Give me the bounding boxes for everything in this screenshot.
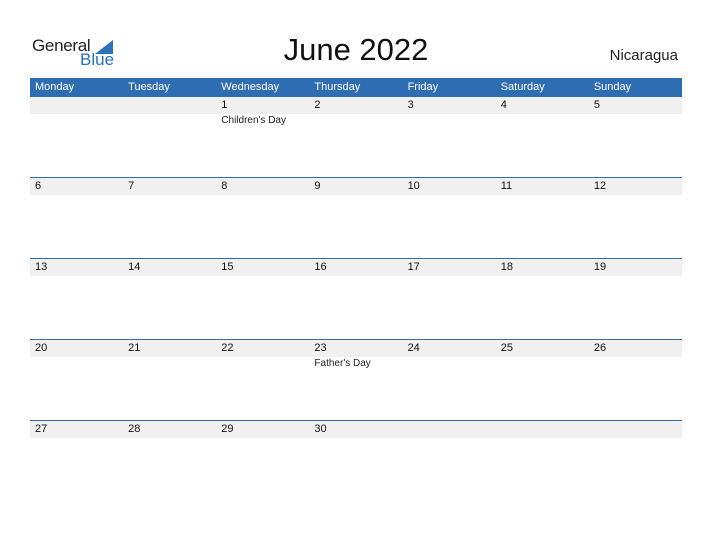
holiday-label xyxy=(496,114,589,127)
weekday-label: Tuesday xyxy=(128,81,170,93)
day-number: 18 xyxy=(500,261,513,273)
day-number: 15 xyxy=(221,261,234,273)
holiday-label xyxy=(589,114,682,127)
day-number: 1 xyxy=(221,99,228,111)
day-number: 7 xyxy=(128,180,135,192)
day-number xyxy=(496,421,589,438)
weekday-label: Friday xyxy=(407,81,439,93)
week-row: 20 21 22 23 24 25 26 Father's Day xyxy=(30,339,682,421)
day-number: 12 xyxy=(593,180,607,192)
day-number: 4 xyxy=(500,99,507,111)
weekday-label: Thursday xyxy=(314,81,361,93)
day-number: 13 xyxy=(35,261,48,273)
holiday-label xyxy=(216,357,309,370)
calendar-title: June 2022 xyxy=(283,32,429,67)
day-number: 23 xyxy=(314,342,327,354)
weekday-label: Saturday xyxy=(500,81,545,93)
holiday-label xyxy=(30,357,123,370)
week-row: 1 2 3 4 5 Children's Day xyxy=(30,97,682,178)
week-row: 6 7 8 9 10 11 12 xyxy=(30,177,682,259)
weekday-header: Monday Tuesday Wednesday Thursday Friday… xyxy=(30,78,682,97)
day-number: 19 xyxy=(593,261,607,273)
country-label: Nicaragua xyxy=(609,47,678,64)
week-row: 27 28 29 30 xyxy=(30,420,682,502)
date-row: 6 7 8 9 10 11 12 xyxy=(30,178,682,195)
week-row: 13 14 15 16 17 18 19 xyxy=(30,258,682,340)
day-number: 21 xyxy=(128,342,141,354)
day-number: 24 xyxy=(407,342,420,354)
holiday-label xyxy=(309,114,402,127)
day-number: 30 xyxy=(314,423,327,435)
day-number: 6 xyxy=(35,180,42,192)
day-number: 29 xyxy=(221,423,234,435)
weekday-label: Monday xyxy=(35,81,75,93)
day-number xyxy=(123,97,216,114)
day-number: 2 xyxy=(314,99,321,111)
holiday-label xyxy=(496,357,589,370)
holiday-label xyxy=(123,114,216,127)
day-number: 9 xyxy=(314,180,321,192)
day-number: 10 xyxy=(407,180,420,192)
holiday-label xyxy=(30,114,123,127)
date-row: 13 14 15 16 17 18 19 xyxy=(30,259,682,276)
day-number: 3 xyxy=(407,99,414,111)
event-row: Children's Day xyxy=(30,114,682,127)
day-number xyxy=(403,421,496,438)
date-row: 27 28 29 30 xyxy=(30,421,682,438)
holiday-label: Father's Day xyxy=(314,358,371,369)
holiday-label xyxy=(403,114,496,127)
holiday-label: Children's Day xyxy=(221,115,286,126)
day-number xyxy=(589,421,682,438)
event-row: Father's Day xyxy=(30,357,682,370)
weekday-label: Wednesday xyxy=(221,81,280,93)
day-number: 11 xyxy=(500,180,513,192)
date-row: 1 2 3 4 5 xyxy=(30,97,682,114)
holiday-label xyxy=(403,357,496,370)
day-number: 20 xyxy=(35,342,48,354)
day-number: 5 xyxy=(593,99,600,111)
day-number: 27 xyxy=(35,423,48,435)
date-row: 20 21 22 23 24 25 26 xyxy=(30,340,682,357)
day-number: 16 xyxy=(314,261,327,273)
day-number: 14 xyxy=(128,261,141,273)
day-number: 22 xyxy=(221,342,234,354)
weekday-label: Sunday xyxy=(593,81,632,93)
day-number: 26 xyxy=(593,342,607,354)
holiday-label xyxy=(123,357,216,370)
day-number: 25 xyxy=(500,342,513,354)
day-number xyxy=(30,97,123,114)
holiday-label xyxy=(589,357,682,370)
day-number: 8 xyxy=(221,180,228,192)
day-number: 28 xyxy=(128,423,141,435)
day-number: 17 xyxy=(407,261,420,273)
